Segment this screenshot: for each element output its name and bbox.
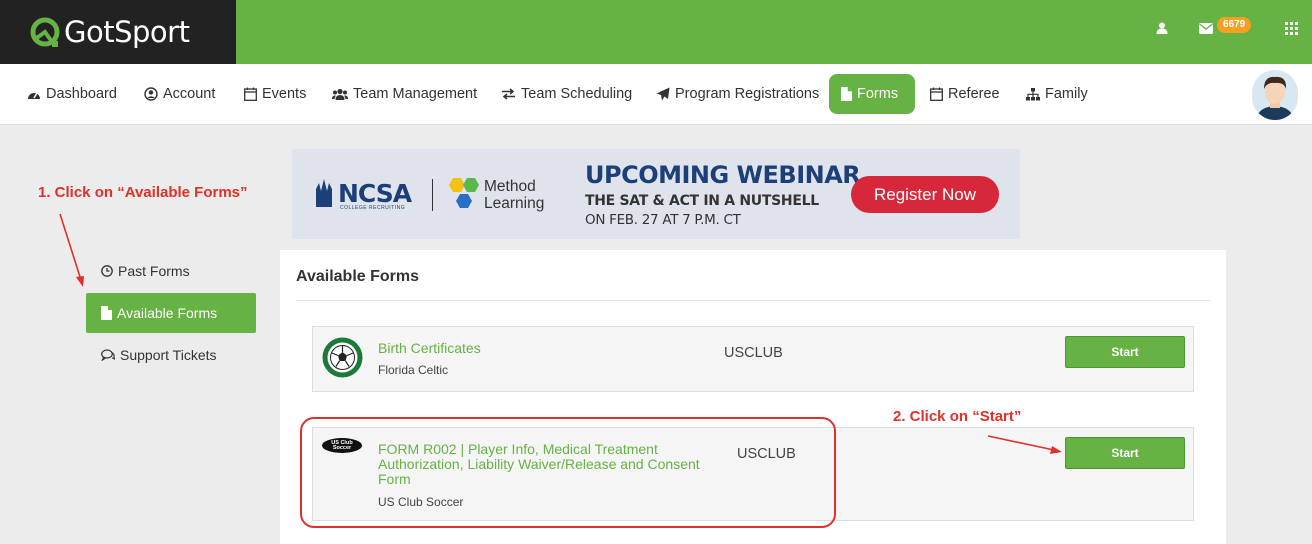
notification-badge[interactable]: 6679 (1217, 17, 1252, 33)
user-icon[interactable] (1156, 22, 1168, 34)
ncsa-logo-text: NCSA (338, 179, 412, 208)
banner-title: UPCOMING WEBINAR (585, 161, 861, 189)
dashboard-icon (28, 92, 40, 99)
avatar[interactable] (1252, 70, 1298, 120)
nav-label: Events (262, 86, 307, 102)
sidebar-item-past-forms[interactable]: Past Forms (101, 263, 190, 279)
nav-team-scheduling[interactable]: Team Scheduling (489, 74, 644, 114)
webinar-banner[interactable]: NCSA COLLEGE RECRUITING Method Learning … (292, 149, 1020, 239)
annotation-step1: 1. Click on “Available Forms” (38, 184, 248, 201)
start-button[interactable]: Start (1065, 437, 1185, 469)
sidebar-item-support-tickets[interactable]: Support Tickets (101, 347, 217, 363)
paper-plane-icon (656, 87, 670, 101)
exchange-icon (502, 88, 515, 100)
nav-label: Team Scheduling (521, 86, 633, 102)
banner-date: ON FEB. 27 AT 7 P.M. CT (585, 212, 741, 228)
form-highlight-box (300, 417, 836, 528)
clock-icon (101, 265, 113, 277)
sitemap-icon (1026, 87, 1040, 100)
nav-label: Family (1045, 86, 1088, 102)
form-name[interactable]: Birth Certificates (378, 341, 481, 356)
gotsport-logo[interactable]: GotSport (0, 0, 236, 64)
nav-family[interactable]: Family (1014, 74, 1100, 114)
sidebar-item-label: Support Tickets (120, 347, 217, 363)
nav-referee[interactable]: Referee (918, 74, 1012, 114)
nav-program-registrations[interactable]: Program Registrations (644, 74, 831, 114)
form-card: Birth Certificates Florida Celtic USCLUB… (312, 326, 1194, 392)
nav-label: Referee (948, 86, 1000, 102)
form-org: Florida Celtic (378, 363, 449, 377)
page-title: Available Forms (296, 268, 420, 285)
nav-forms[interactable]: Forms (829, 74, 915, 114)
nav-events[interactable]: Events (232, 74, 318, 114)
user-circle-icon (144, 87, 158, 101)
main-nav: Dashboard Account Events Team Management… (0, 64, 1312, 125)
banner-subtitle: THE SAT & ACT IN A NUTSHELL (585, 193, 819, 209)
title-divider (296, 300, 1210, 301)
florida-celtic-crest-icon (322, 337, 363, 378)
sidebar-item-label: Available Forms (117, 305, 218, 321)
register-now-button[interactable]: Register Now (851, 176, 999, 213)
ncsa-logo-sub: COLLEGE RECRUITING (340, 205, 406, 211)
avatar-image (1252, 70, 1298, 120)
nav-dashboard[interactable]: Dashboard (15, 74, 129, 114)
nav-label: Account (163, 86, 216, 102)
envelope-icon[interactable] (1199, 23, 1213, 34)
nav-account[interactable]: Account (132, 74, 227, 114)
sidebar-item-label: Past Forms (118, 263, 190, 279)
gotsport-logo-icon (30, 17, 60, 47)
method-learning-logo-text: Method Learning (484, 178, 544, 212)
nav-label: Forms (857, 86, 899, 102)
file-icon (841, 87, 852, 101)
method-learning-line1: Method (484, 178, 536, 195)
calendar-icon (244, 87, 257, 101)
ncsa-logo-icon (316, 179, 332, 207)
method-learning-line2: Learning (484, 195, 545, 212)
form-type: USCLUB (724, 345, 783, 361)
file-icon (101, 306, 112, 320)
sidebar-item-available-forms[interactable]: Available Forms (86, 293, 256, 333)
banner-divider (432, 179, 433, 211)
arrow-step1-head (76, 276, 84, 287)
start-button[interactable]: Start (1065, 336, 1185, 368)
nav-label: Program Registrations (675, 86, 820, 102)
nav-label: Team Management (353, 86, 478, 102)
arrow-step1 (59, 213, 82, 281)
comments-icon (101, 349, 115, 361)
top-header: GotSport 6679 (0, 0, 1312, 64)
calendar-icon (930, 87, 943, 101)
annotation-step2: 2. Click on “Start” (893, 408, 1022, 425)
method-learning-logo-icon (449, 178, 479, 208)
nav-team-management[interactable]: Team Management (320, 74, 489, 114)
grid-icon[interactable] (1285, 22, 1298, 35)
nav-label: Dashboard (46, 86, 117, 102)
users-icon (332, 88, 348, 100)
logo-text: GotSport (64, 15, 190, 49)
